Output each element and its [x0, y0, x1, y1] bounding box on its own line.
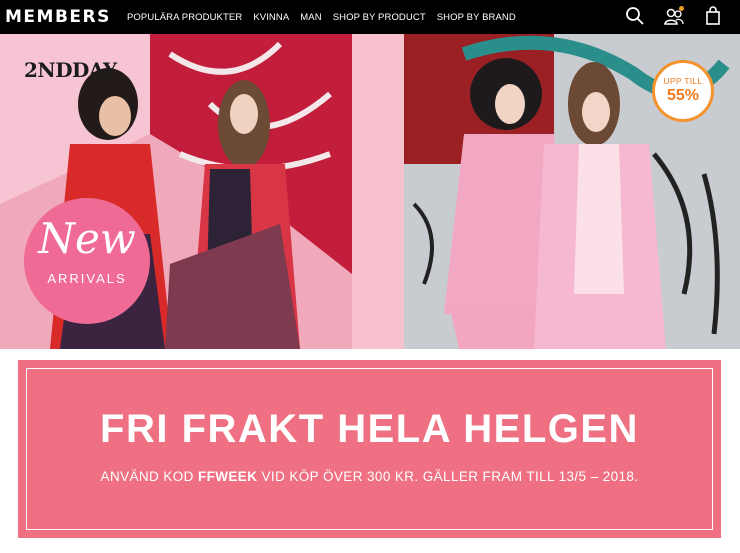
sale-badge-percent: 55% [666, 87, 700, 104]
sale-badge[interactable]: UPP TILL 55% [652, 60, 714, 122]
brand-logo-2ndday: 2NDDAY [24, 58, 117, 82]
shopping-bag-icon[interactable] [702, 5, 724, 27]
promo-code: FFWEEK [197, 469, 258, 484]
hero-banner[interactable]: 2NDDAY New ARRIVALS UPP TILL 55% [0, 34, 740, 349]
free-shipping-banner[interactable]: FRI FRAKT HELA HELGEN ANVÄND KOD FFWEEK … [18, 360, 721, 538]
account-icon[interactable] [663, 5, 685, 27]
promo-title: FRI FRAKT HELA HELGEN [100, 407, 639, 451]
nav-item-popular-products[interactable]: POPULÄRA PRODUKTER [127, 12, 242, 23]
promo-subtitle: ANVÄND KOD FFWEEK VID KÖP ÖVER 300 KR. G… [18, 469, 721, 484]
promo-sub-prefix: ANVÄND KOD [100, 469, 198, 484]
new-arrivals-badge[interactable]: New ARRIVALS [24, 198, 150, 324]
arrivals-label: ARRIVALS [47, 271, 127, 286]
top-navigation-bar: MEMBERS POPULÄRA PRODUKTER KVINNA MAN SH… [0, 0, 740, 34]
search-icon[interactable] [624, 5, 646, 27]
notification-dot [679, 6, 684, 11]
nav-item-shop-by-product[interactable]: SHOP BY PRODUCT [333, 12, 426, 23]
nav-item-man[interactable]: MAN [300, 12, 321, 23]
header-icons [607, 5, 724, 27]
promo-sub-suffix: VID KÖP ÖVER 300 KR. GÄLLER FRAM TILL 13… [257, 469, 639, 484]
hero-divider-panel [352, 34, 404, 349]
main-nav: POPULÄRA PRODUKTER KVINNA MAN SHOP BY PR… [127, 0, 527, 34]
nav-item-shop-by-brand[interactable]: SHOP BY BRAND [437, 12, 516, 23]
site-logo[interactable]: MEMBERS [5, 6, 111, 28]
nav-item-woman[interactable]: KVINNA [253, 12, 289, 23]
new-script-label: New [38, 214, 136, 263]
sale-badge-line1: UPP TILL [663, 76, 703, 86]
